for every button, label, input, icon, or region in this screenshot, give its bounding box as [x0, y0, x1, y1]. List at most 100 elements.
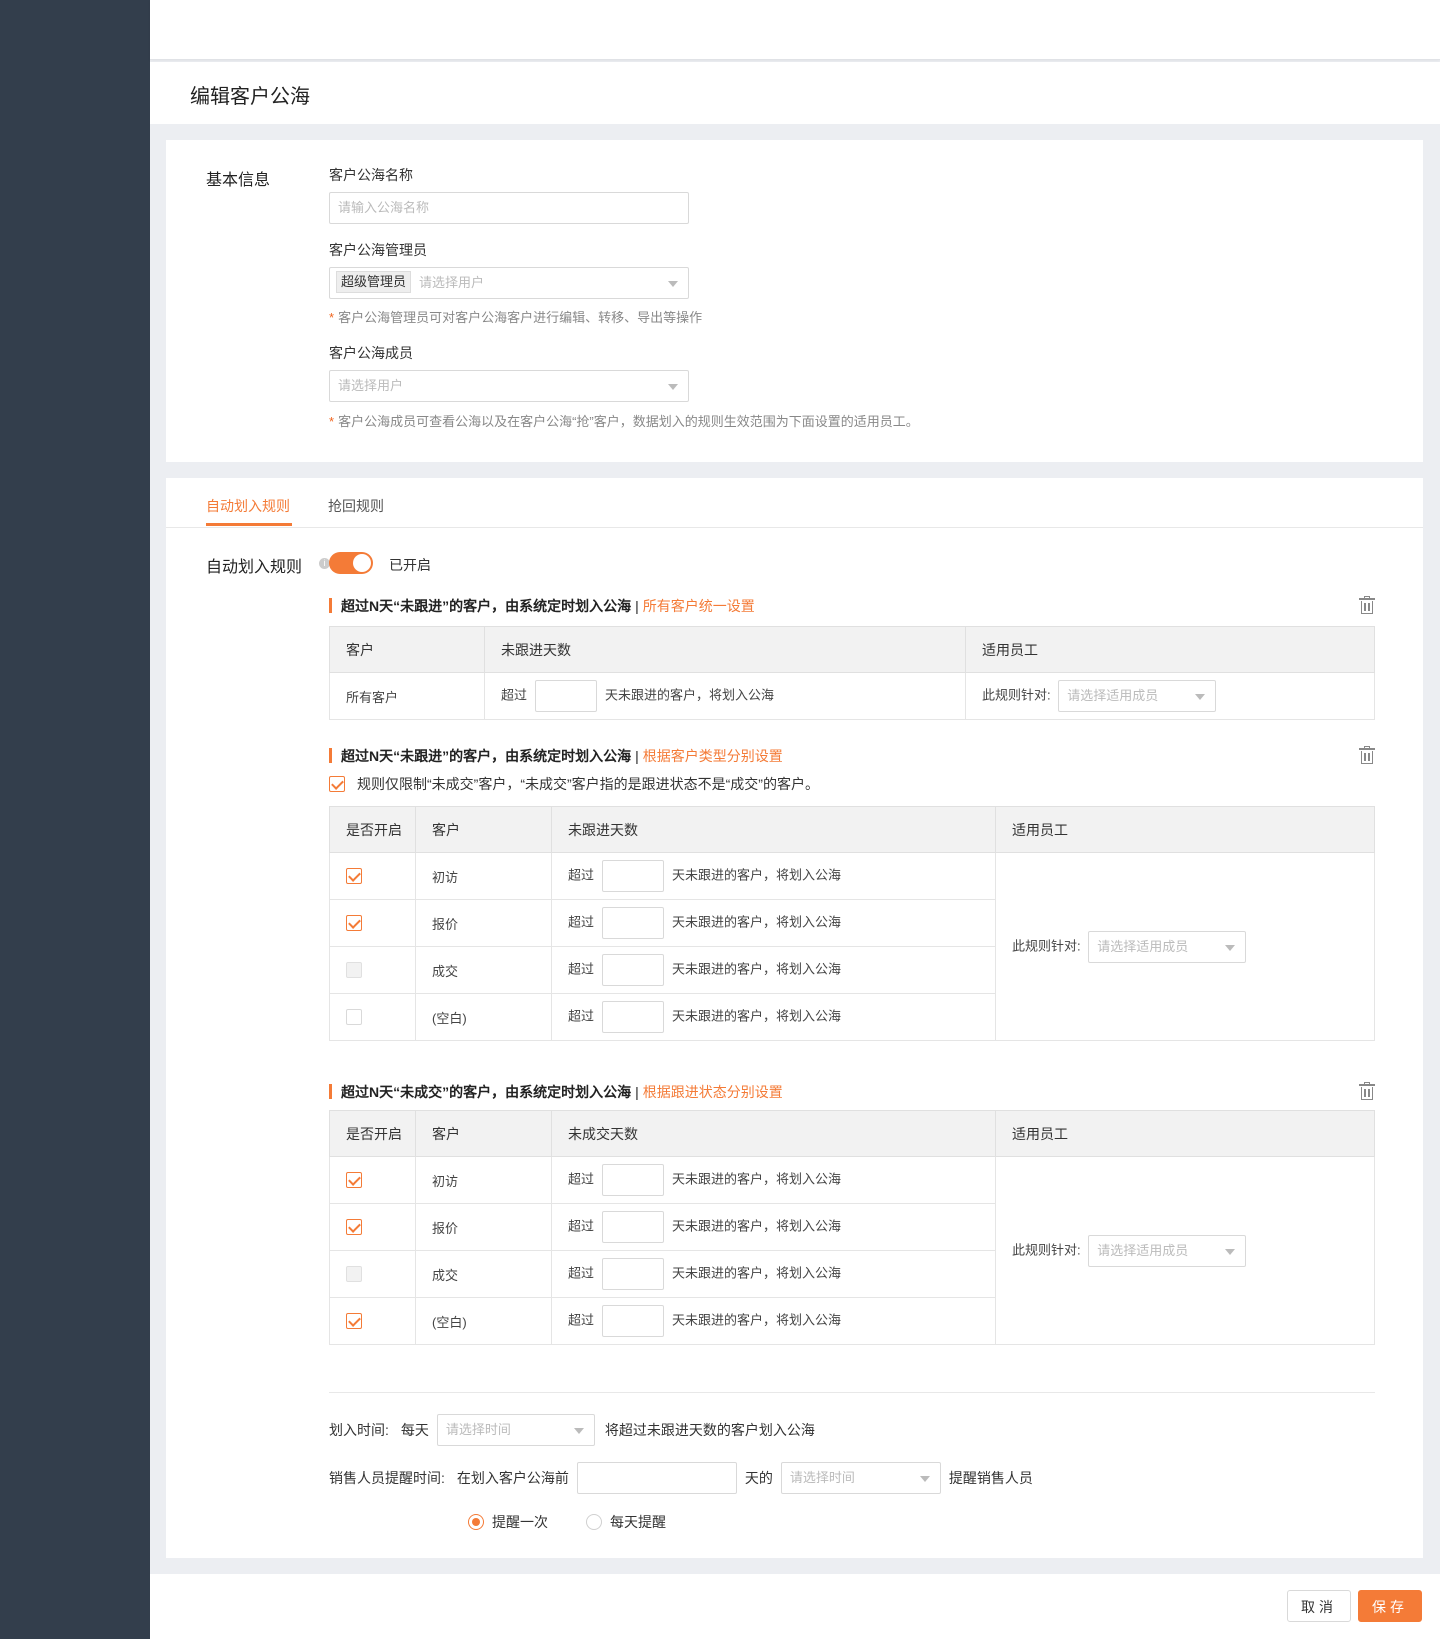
remind-days-input[interactable] [576, 1462, 737, 1494]
rule2-header-enabled: 是否开启 [329, 806, 416, 853]
days-input[interactable] [602, 954, 665, 986]
days-suffix: 天未跟进的客户，将划入公海 [672, 961, 842, 977]
row-customer: 报价 [415, 1203, 552, 1251]
days-prefix: 超过 [568, 914, 595, 930]
rule3-header-customer: 客户 [415, 1110, 552, 1157]
row-customer: 初访 [415, 852, 552, 900]
row-enable-checkbox [346, 1266, 362, 1283]
cancel-button[interactable]: 取消 [1287, 1590, 1351, 1622]
days-prefix: 超过 [568, 867, 595, 883]
row-enable-checkbox[interactable] [346, 868, 362, 885]
radio-dot[interactable] [586, 1514, 602, 1530]
schedule-time-select[interactable]: 请选择时间 [436, 1414, 595, 1446]
rule1-link[interactable]: 所有客户统一设置 [643, 598, 755, 614]
row-enable-checkbox[interactable] [346, 1009, 362, 1026]
every-day-text: 每天 [400, 1422, 429, 1438]
radio-remind-once[interactable]: 提醒一次 [468, 1512, 548, 1532]
pool-member-placeholder: 请选择用户 [338, 378, 404, 393]
section-label-basic: 基本信息 [206, 172, 271, 189]
target-member-select[interactable]: 请选择适用成员 [1088, 930, 1247, 963]
rule3-delete-trash-icon[interactable] [1359, 1082, 1375, 1100]
pool-name-input[interactable]: 请输入公海名称 [329, 192, 689, 224]
section-divider [329, 1392, 1375, 1393]
tab-auto-rule[interactable]: 自动划入规则 [206, 496, 290, 516]
rule1-title-text: 超过N天“未跟进”的客户，由系统定时划入公海 [341, 598, 632, 614]
pool-name-label: 客户公海名称 [329, 167, 413, 183]
rule1-delete-trash-icon[interactable] [1359, 596, 1375, 614]
pool-member-select[interactable]: 请选择用户 [329, 370, 689, 402]
table-row: 初访 超过 天未跟进的客户，将划入公海 此规则针对: 请选择适用成员 [329, 852, 1375, 1041]
days-suffix: 天未跟进的客户，将划入公海 [672, 1008, 842, 1024]
days-input[interactable] [602, 1211, 665, 1243]
days-prefix: 超过 [568, 1008, 595, 1024]
pool-member-label: 客户公海成员 [329, 345, 413, 361]
row-enable-checkbox[interactable] [346, 1219, 362, 1236]
schedule-time-label: 划入时间: [329, 1422, 389, 1438]
rule2-staff-cell: 此规则针对: 请选择适用成员 [995, 852, 1375, 1041]
remind-time-select[interactable]: 请选择时间 [780, 1462, 941, 1494]
toggle-knob [353, 554, 371, 572]
rule2-limit-option[interactable]: 规则仅限制“未成交”客户，“未成交”客户指的是跟进状态不是“成交”的客户。 [329, 774, 819, 794]
auto-rule-toggle[interactable] [329, 552, 373, 574]
rule2-delete-trash-icon[interactable] [1359, 746, 1375, 764]
days-input[interactable] [602, 860, 665, 892]
pool-admin-select[interactable]: 超级管理员 请选择用户 [329, 267, 689, 299]
radio-once-label: 提醒一次 [492, 1514, 548, 1530]
save-button[interactable]: 保存 [1358, 1590, 1422, 1622]
pool-admin-label: 客户公海管理员 [329, 242, 427, 258]
rule2-separator: | [635, 748, 639, 764]
days-suffix: 天未跟进的客户，将划入公海 [672, 1312, 842, 1328]
chevron-down-icon [919, 1476, 930, 1482]
chevron-down-icon [1195, 694, 1206, 700]
radio-remind-daily[interactable]: 每天提醒 [586, 1512, 666, 1532]
target-member-select[interactable]: 请选择适用成员 [1088, 1234, 1247, 1267]
row-customer: 初访 [415, 1156, 552, 1204]
rule3-staff-cell: 此规则针对: 请选择适用成员 [995, 1156, 1375, 1345]
sidebar [0, 0, 150, 1639]
radio-dot[interactable] [468, 1514, 484, 1530]
row-enable-checkbox[interactable] [346, 1313, 362, 1330]
days-suffix: 天未跟进的客户，将划入公海 [672, 867, 842, 883]
footer-bar: 取消 保存 [150, 1574, 1440, 1639]
rule1-days-cell: 超过 天未跟进的客户，将划入公海 [484, 672, 966, 720]
rule3-link[interactable]: 根据跟进状态分别设置 [643, 1084, 783, 1100]
target-label: 此规则针对: [982, 687, 1051, 703]
days-suffix: 天未跟进的客户，将划入公海 [672, 914, 842, 930]
radio-daily-label: 每天提醒 [610, 1514, 666, 1530]
remind-time-placeholder: 请选择时间 [789, 1470, 855, 1485]
rule1-header-staff: 适用员工 [965, 626, 1375, 673]
remind-label: 销售人员提醒时间: [329, 1470, 445, 1486]
required-star: * [329, 414, 335, 429]
table-row: 初访 超过 天未跟进的客户，将划入公海 此规则针对: 请选择适用成员 [329, 1156, 1375, 1345]
row-customer: (空白) [415, 993, 552, 1041]
remind-mid: 天的 [744, 1470, 773, 1486]
tab-reclaim-rule[interactable]: 抢回规则 [328, 496, 384, 516]
admin-tag[interactable]: 超级管理员 [336, 271, 412, 293]
time-placeholder: 请选择时间 [445, 1422, 511, 1437]
rule3-header-enabled: 是否开启 [329, 1110, 416, 1157]
rule2-link[interactable]: 根据客户类型分别设置 [643, 748, 783, 764]
target-label: 此规则针对: [1012, 937, 1081, 953]
row-enable-checkbox[interactable] [346, 915, 362, 932]
target-member-select[interactable]: 请选择适用成员 [1058, 680, 1217, 712]
rule1-staff-cell: 此规则针对: 请选择适用成员 [965, 672, 1375, 720]
rule3-title-text: 超过N天“未成交”的客户，由系统定时划入公海 [341, 1084, 632, 1100]
rule3-header-days: 未成交天数 [551, 1110, 996, 1157]
rule2-limit-checkbox[interactable] [329, 776, 345, 793]
target-placeholder: 请选择适用成员 [1067, 688, 1159, 703]
days-input[interactable] [602, 1001, 665, 1033]
pool-admin-placeholder: 请选择用户 [419, 275, 485, 290]
target-placeholder: 请选择适用成员 [1097, 1242, 1189, 1258]
row-enable-checkbox[interactable] [346, 1172, 362, 1189]
row-customer: (空白) [415, 1297, 552, 1345]
days-prefix: 超过 [568, 1312, 595, 1328]
days-input[interactable] [602, 907, 665, 939]
days-input[interactable] [602, 1305, 665, 1337]
chevron-down-icon [573, 1428, 584, 1434]
days-input[interactable] [535, 680, 598, 712]
days-input[interactable] [602, 1164, 665, 1196]
row-customer: 成交 [415, 946, 552, 994]
rule2-table: 是否开启 客户 未跟进天数 适用员工 初访 超过 天未跟进的客户，将划入公海 此规… [329, 806, 1375, 1041]
days-input[interactable] [602, 1258, 665, 1290]
rule3-table: 是否开启 客户 未成交天数 适用员工 初访 超过 天未跟进的客户，将划入公海 此规… [329, 1110, 1375, 1345]
